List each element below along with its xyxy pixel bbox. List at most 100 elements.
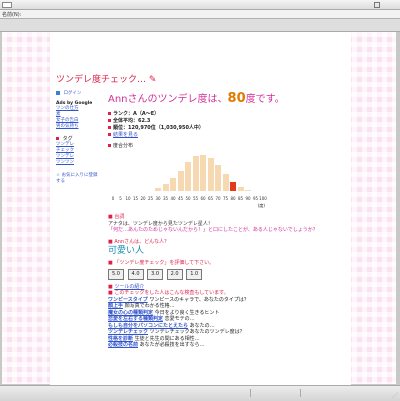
login-link[interactable]: ログイン	[56, 90, 100, 96]
chart-bar	[237, 186, 244, 191]
other-item-desc: ワンピースのキャラで、あなたのタイプは？	[149, 296, 249, 303]
stats-list: ランク：A（A〜E） 全体平均：62.3 順位：120,970位（1,030,9…	[108, 111, 343, 139]
result-prefix: Annさんのツンデレ度は、	[108, 94, 228, 105]
chart-tick-label: 80	[230, 196, 236, 201]
other-item-link[interactable]: 恋愛を左右する種類判定	[108, 316, 163, 322]
other-item-desc: 顔写真でわかる性格…	[124, 303, 175, 309]
other-item-desc: 生徒と先生の間にある相性…	[134, 335, 200, 342]
result-score: 80	[227, 91, 246, 106]
other-item-desc: 恋愛モテの…	[164, 316, 195, 322]
distribution-chart: (度) 0 5 10 15 20 25 30 35 40 45 50 55 60 65 70 75 80 85 90…	[108, 149, 268, 209]
rating-buttons: 5.0 4.0 3.0 2.0 1.0	[108, 269, 343, 280]
chart-bar	[185, 162, 191, 191]
rank-row: ランク：A（A〜E）	[108, 111, 343, 118]
chart-bar	[200, 155, 206, 191]
chart-tick-label: 95	[252, 196, 259, 201]
resize-grip-icon[interactable]: ⋰	[392, 392, 398, 399]
star-icon: ☆	[56, 173, 61, 178]
toolbar	[0, 19, 400, 32]
quote-heading-label: 台詞	[114, 214, 125, 220]
rating-button-4[interactable]: 4.0	[127, 269, 144, 280]
comment-heading-label: Annさんは、どんな人？	[114, 238, 170, 245]
chart-bar	[177, 170, 184, 191]
rating-block: ■ 「ツンデレ度チェック」を評価して下さい。 5.0 4.0 3.0 2.0 1…	[108, 260, 343, 280]
chart-bar	[192, 156, 199, 191]
bookmark-link[interactable]: ☆ お気に入りに登録する	[56, 172, 100, 184]
chart-bar	[245, 189, 251, 191]
other-item-link[interactable]: 顔上手	[108, 303, 123, 309]
other-heading-link[interactable]: ツールの紹介	[114, 284, 144, 290]
chart-tick-label: 15	[132, 196, 139, 201]
chart-bar	[222, 173, 229, 191]
bullet-icon	[108, 119, 111, 122]
other-item-link[interactable]: 魔女の心の種類判定	[108, 310, 153, 316]
window-icon	[2, 2, 12, 8]
chart-bar	[207, 157, 214, 191]
rank-text: ランク：A（A〜E）	[113, 111, 160, 117]
address-label: 名前(N):	[2, 12, 22, 18]
bullet-icon	[108, 126, 111, 129]
rating-button-3[interactable]: 3.0	[147, 269, 164, 280]
chart-tick-label: 50	[185, 196, 191, 201]
other-subheading-label: このチェックをした人はこんな検査もしています。	[114, 290, 229, 296]
retry-row: 結果を見る	[108, 132, 343, 139]
other-tests: ■ ツールの紹介 ■ このチェックをした人はこんな検査もしています。 ワンピース…	[108, 284, 343, 349]
other-item-link[interactable]: もしも自分をパソコンにたとえたら	[108, 323, 188, 329]
position-row: 順位：120,970位（1,030,950人中）	[108, 125, 343, 132]
chart-bar	[230, 182, 236, 191]
chart-tick-label: 70	[215, 196, 221, 201]
chart-tick-label: 0	[111, 196, 115, 201]
other-item-link[interactable]: 必殺技の名前	[108, 342, 138, 348]
rating-heading: ■ 「ツンデレ度チェック」を評価して下さい。	[108, 259, 215, 266]
chart-tick-label: 100	[259, 196, 267, 201]
other-item-link[interactable]: 性格を診断	[108, 336, 133, 342]
other-item-link[interactable]: ツンデレチェック	[108, 329, 148, 335]
address-bar[interactable]: 名前(N):	[0, 10, 400, 19]
distribution-heading: 度合分布	[108, 142, 343, 149]
sidebar: ログイン Ads by Google ツンの仕方 素 女子の告白 男の気持ち タ…	[56, 90, 100, 184]
chart-tick-label: 20	[140, 196, 146, 201]
chart-tick-label: 60	[200, 196, 206, 201]
other-item-desc: あなたが必殺技を出すなら…	[139, 342, 205, 348]
chart-tick-label: 40	[170, 196, 176, 201]
other-item-desc: あなたの…	[189, 322, 215, 329]
chart-tick-label: 5	[119, 196, 122, 201]
quote-text-2: 「何だ…あんたのためじゃないんだから！」と口にしたことが、ある人じゃないでしょう…	[108, 227, 318, 233]
site-title[interactable]: ツンデレ度チェック… ✎	[56, 72, 156, 85]
login-icon	[56, 90, 60, 95]
rating-button-5[interactable]: 5.0	[108, 269, 124, 280]
login-label: ログイン	[63, 91, 82, 96]
position-text: 順位：120,970位（1,030,950人中）	[113, 125, 204, 131]
sidebar-ad-link-4[interactable]: 男の気持ち	[56, 124, 100, 130]
pen-icon: ✎	[148, 75, 157, 85]
main-content: Annさんのツンデレ度は、80度です。 ランク：A（A〜E） 全体平均：62.3…	[108, 90, 343, 349]
chart-tick-label: 35	[162, 196, 169, 201]
chart-bar	[155, 188, 161, 191]
other-item-link[interactable]: ワンピースタイプ	[108, 297, 148, 303]
bullet-icon	[108, 133, 111, 136]
bookmark-label: お気に入りに登録する	[56, 173, 98, 184]
status-divider	[250, 389, 251, 397]
x-axis-unit: (度)	[257, 203, 265, 208]
quote-block: ■ 台詞 アナタは、ツンデレ度から見たツンデレ星人！ 「何だ…あんたのためじゃな…	[108, 214, 343, 234]
bullet-icon	[108, 144, 111, 147]
minimize-icon[interactable]	[374, 2, 380, 8]
comment-heading: ■ Annさんは、どんな人？	[108, 238, 170, 245]
result-title: Annさんのツンデレ度は、80度です。	[108, 90, 343, 106]
other-item-desc: 今日をより良く生きるヒント	[154, 309, 220, 316]
chart-tick-label: 65	[207, 196, 214, 201]
chart-tick-label: 90	[245, 196, 251, 201]
page-content: ツンデレ度チェック… ✎ ログイン Ads by Google ツンの仕方 素 …	[50, 32, 351, 392]
browser-titlebar	[0, 0, 400, 10]
rating-button-2[interactable]: 2.0	[166, 269, 183, 280]
rating-heading-label: 「ツンデレ度チェック」を評価して下さい。	[114, 259, 215, 266]
result-suffix: 度です。	[245, 94, 285, 105]
chart-tick-label: 25	[147, 196, 154, 201]
status-bar: ⋰	[0, 385, 400, 401]
chart-tick-label: 30	[155, 196, 161, 201]
tag-bullet-icon	[56, 137, 59, 140]
retry-link[interactable]: 結果を見る	[113, 132, 138, 138]
rating-button-1[interactable]: 1.0	[186, 269, 203, 280]
sidebar-tag-4[interactable]: ツンツン	[56, 160, 100, 166]
avg-text: 全体平均：62.3	[113, 118, 151, 124]
